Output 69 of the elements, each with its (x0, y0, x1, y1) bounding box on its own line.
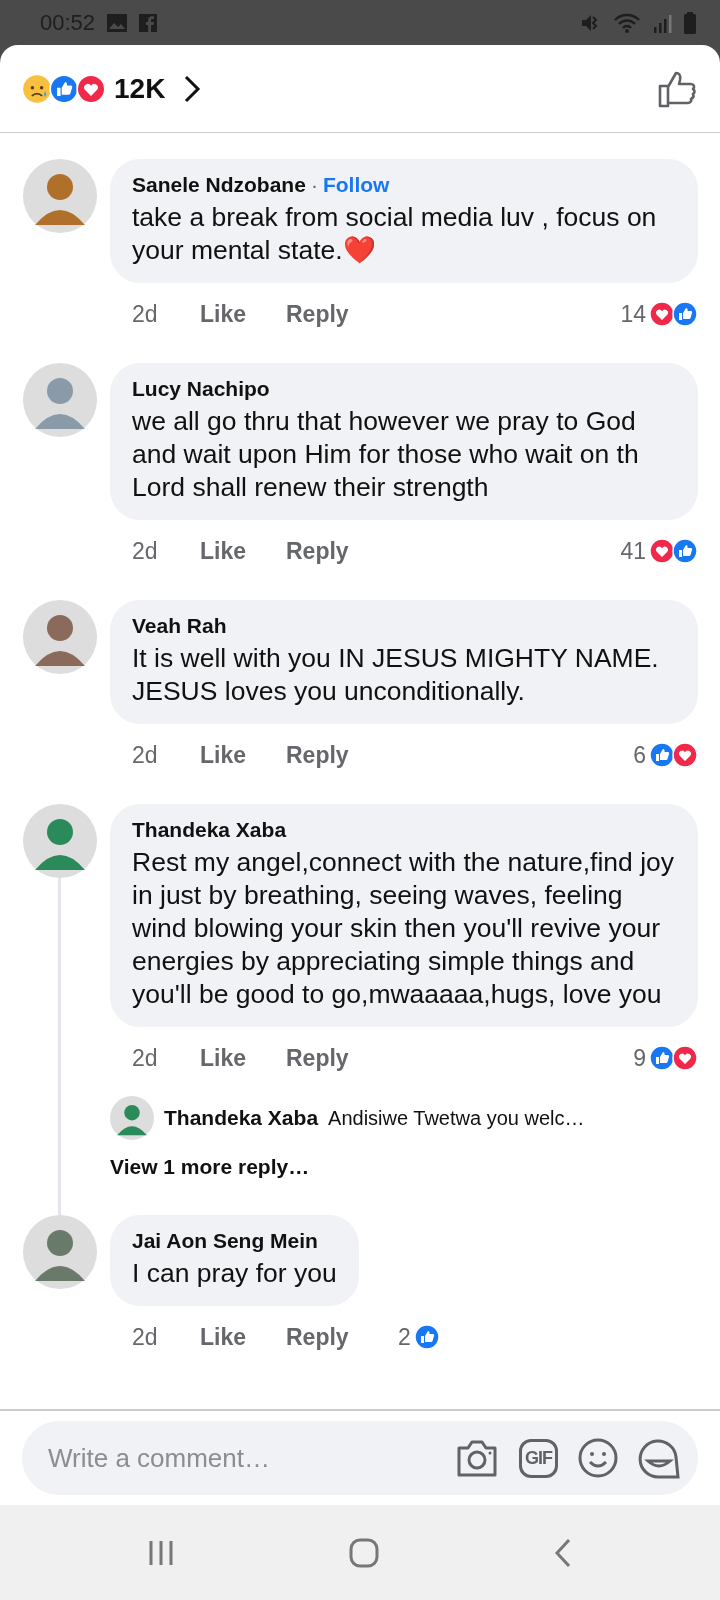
comment-text: we all go thru that however we pray to God and wait upon Him for those who wait on th Lord shall renew their strength (132, 405, 640, 504)
comment-time: 2d (132, 300, 159, 328)
love-reaction-icon (76, 73, 106, 104)
view-more-replies-link[interactable]: View 1 more reply… (110, 1147, 698, 1187)
reply-link[interactable]: Reply (286, 1323, 386, 1351)
comment-time: 2d (132, 1044, 159, 1072)
home-icon[interactable] (349, 1537, 379, 1568)
reaction-count[interactable]: 6 (633, 741, 646, 769)
reaction-count[interactable]: 9 (633, 1044, 646, 1072)
reaction-count[interactable]: 12K (114, 72, 166, 105)
reply-link[interactable]: Reply (286, 741, 386, 769)
comment-author[interactable]: Thandeka Xaba (132, 818, 676, 842)
like-reaction-icon (649, 1045, 675, 1071)
love-reaction-icon (672, 742, 698, 768)
comment-field[interactable]: Write a comment… GIF (22, 1421, 698, 1495)
signal-icon (652, 12, 672, 33)
avatar[interactable] (110, 1096, 154, 1140)
comment-author[interactable]: Lucy Nachipo (132, 377, 676, 401)
like-link[interactable]: Like (200, 537, 286, 565)
image-icon (107, 13, 128, 32)
comment-author[interactable]: Veah Rah (132, 614, 676, 638)
reply-text[interactable]: Andisiwe Twetwa you welc… (328, 1106, 585, 1130)
comment-text: It is well with you IN JESUS MIGHTY NAME. JESUS loves you unconditionally. (132, 642, 660, 708)
back-icon[interactable] (553, 1537, 573, 1568)
recent-apps-icon[interactable] (147, 1538, 175, 1567)
sad-reaction-icon (22, 73, 52, 104)
reply-link[interactable]: Reply (286, 1044, 386, 1072)
like-reaction-icon (672, 538, 698, 564)
like-link[interactable]: Like (200, 741, 286, 769)
avatar[interactable] (23, 600, 97, 674)
avatar[interactable] (23, 159, 97, 233)
like-reaction-icon (649, 742, 675, 768)
follow-link[interactable]: Follow (322, 173, 390, 196)
avatar[interactable] (23, 363, 97, 437)
avatar[interactable] (23, 804, 97, 878)
wifi-icon (614, 12, 640, 33)
like-reaction-icon (49, 73, 79, 104)
reply-link[interactable]: Reply (286, 300, 386, 328)
like-reaction-icon (413, 1324, 440, 1350)
reaction-count[interactable]: 41 (620, 537, 646, 565)
thumbs-up-icon[interactable] (658, 69, 698, 108)
love-reaction-icon (672, 1045, 698, 1071)
comment-time: 2d (132, 741, 159, 769)
comment-author[interactable]: Jai Aon Seng Mein (132, 1229, 337, 1253)
gif-button[interactable]: GIF (519, 1438, 558, 1478)
battery-icon (684, 11, 696, 34)
reaction-count[interactable]: 14 (620, 300, 646, 328)
like-reaction-icon (672, 301, 698, 327)
avatar[interactable] (23, 1215, 97, 1289)
love-reaction-icon (649, 301, 675, 327)
chevron-right-icon[interactable] (183, 74, 202, 103)
love-reaction-icon (649, 538, 675, 564)
like-link[interactable]: Like (200, 1323, 286, 1351)
separator-dot: · (310, 173, 318, 196)
like-link[interactable]: Like (200, 1044, 286, 1072)
camera-icon[interactable] (455, 1438, 499, 1478)
like-link[interactable]: Like (200, 300, 286, 328)
sticker-icon[interactable] (638, 1437, 680, 1479)
reaction-count[interactable]: 2 (398, 1323, 411, 1351)
smiley-icon[interactable] (578, 1438, 618, 1478)
reply-author[interactable]: Thandeka Xaba (164, 1106, 319, 1130)
comment-text: take a break from social media luv , focus on your mental state.❤ (132, 201, 658, 267)
comment-time: 2d (132, 1323, 159, 1351)
comment-text: I can pray for you (132, 1257, 337, 1290)
comment-text: Rest my angel,connect with the nature,find joy in just by breathing, seeing waves, feeling wind blowing your skin then you'll revive your energies by appreciating simple things and you'll be good to go,mwaaaaa,hugs, love you (132, 846, 676, 1011)
comment-author[interactable]: Sanele Ndzobane · Follow (132, 173, 676, 197)
reply-link[interactable]: Reply (286, 537, 386, 565)
facebook-icon (139, 13, 158, 32)
comment-time: 2d (132, 537, 159, 565)
